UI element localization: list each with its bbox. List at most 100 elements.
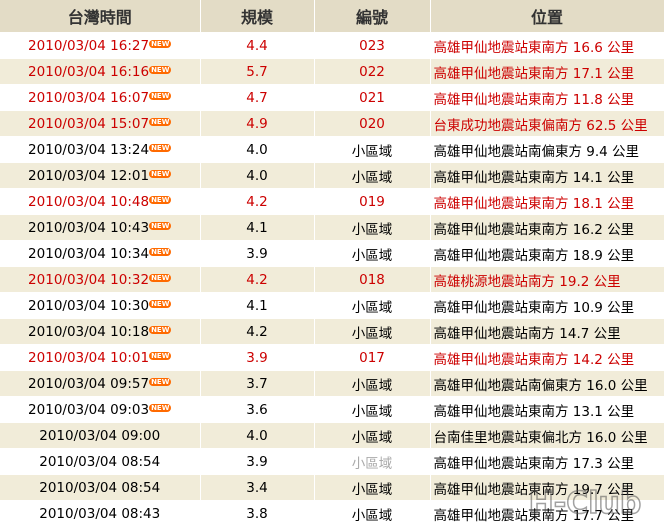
time-cell: 2010/03/04 16:27 NEW <box>0 32 201 59</box>
time-cell: 2010/03/04 10:30 NEW <box>0 292 201 319</box>
table-row: 2010/03/04 10:01 NEW 3.9 017 高雄甲仙地震站東南方 14.2… <box>0 344 664 371</box>
location-cell: 高雄甲仙地震站東南方 13.1 公里 <box>430 396 664 423</box>
magnitude-cell: 3.8 <box>200 500 315 527</box>
time-text: 2010/03/04 12:01 <box>28 167 150 184</box>
table-row: 2010/03/04 10:30 NEW 4.1 小區域 高雄甲仙地震站東南方 10.9… <box>0 292 664 319</box>
location-cell: 高雄甲仙地震站東南方 10.9 公里 <box>430 292 664 319</box>
time-cell: 2010/03/04 10:43 NEW <box>0 214 201 241</box>
new-badge-icon: NEW <box>149 195 172 204</box>
time-text: 2010/03/04 10:32 <box>28 271 150 288</box>
number-cell[interactable]: 019 <box>314 188 431 215</box>
number-cell[interactable]: 020 <box>314 110 431 137</box>
new-badge-icon: NEW <box>149 247 172 256</box>
number-cell[interactable]: 021 <box>314 84 431 111</box>
table-row: 2010/03/04 16:16 NEW 5.7 022 高雄甲仙地震站東南方 17.1… <box>0 58 664 85</box>
time-text: 2010/03/04 10:34 <box>28 245 150 262</box>
table-row: 2010/03/04 08:54 3.4 小區域 高雄甲仙地震站東南方 19.7 公里 <box>0 474 664 501</box>
time-cell: 2010/03/04 12:01 NEW <box>0 162 201 189</box>
location-cell: 高雄甲仙地震站東南方 14.2 公里 <box>430 344 664 371</box>
magnitude-cell: 4.1 <box>200 292 315 319</box>
new-badge-icon: NEW <box>149 143 172 152</box>
number-cell: 小區域 <box>314 136 431 163</box>
number-cell: 小區域 <box>314 474 431 501</box>
new-badge-icon: NEW <box>149 221 172 230</box>
table-row: 2010/03/04 10:18 NEW 4.2 小區域 高雄甲仙地震站南方 14.7 … <box>0 318 664 345</box>
new-badge-icon: NEW <box>149 351 172 360</box>
number-cell: 小區域 <box>314 318 431 345</box>
location-cell: 高雄甲仙地震站東南方 16.6 公里 <box>430 32 664 59</box>
magnitude-cell: 4.4 <box>200 32 315 59</box>
table-row: 2010/03/04 12:01 NEW 4.0 小區域 高雄甲仙地震站東南方 14.1… <box>0 162 664 189</box>
location-cell: 台南佳里地震站東偏北方 16.0 公里 <box>430 422 664 449</box>
number-cell: 小區域 <box>314 422 431 449</box>
time-cell: 2010/03/04 10:32 NEW <box>0 266 201 293</box>
magnitude-cell: 4.7 <box>200 84 315 111</box>
time-text: 2010/03/04 16:27 <box>28 37 150 54</box>
magnitude-cell: 4.0 <box>200 162 315 189</box>
magnitude-cell: 4.2 <box>200 318 315 345</box>
time-cell: 2010/03/04 10:01 NEW <box>0 344 201 371</box>
table-row: 2010/03/04 10:43 NEW 4.1 小區域 高雄甲仙地震站東南方 16.2… <box>0 214 664 241</box>
table-row: 2010/03/04 15:07 NEW 4.9 020 台東成功地震站東偏南方 62.… <box>0 110 664 137</box>
time-cell: 2010/03/04 08:54 <box>0 474 201 501</box>
location-cell: 高雄甲仙地震站東南方 17.3 公里 <box>430 448 664 475</box>
number-cell: 小區域 <box>314 370 431 397</box>
time-text: 2010/03/04 10:43 <box>28 219 150 236</box>
time-cell: 2010/03/04 16:16 NEW <box>0 58 201 85</box>
time-text: 2010/03/04 08:54 <box>39 479 161 496</box>
magnitude-cell: 4.2 <box>200 188 315 215</box>
table-row: 2010/03/04 10:32 NEW 4.2 018 高雄桃源地震站南方 19.2 … <box>0 266 664 293</box>
time-text: 2010/03/04 16:16 <box>28 63 150 80</box>
time-text: 2010/03/04 09:00 <box>39 427 161 444</box>
number-cell[interactable]: 022 <box>314 58 431 85</box>
location-cell: 台東成功地震站東偏南方 62.5 公里 <box>430 110 664 137</box>
header-location: 位置 <box>430 0 664 33</box>
time-cell: 2010/03/04 10:18 NEW <box>0 318 201 345</box>
time-text: 2010/03/04 08:43 <box>39 505 161 522</box>
earthquake-table: 台灣時間 規模 編號 位置 2010/03/04 16:27 NEW 4.4 023 高… <box>0 0 664 527</box>
time-cell: 2010/03/04 15:07 NEW <box>0 110 201 137</box>
number-cell: 小區域 <box>314 292 431 319</box>
magnitude-cell: 4.2 <box>200 266 315 293</box>
table-row: 2010/03/04 08:54 3.9 小區域 高雄甲仙地震站東南方 17.3 公里 <box>0 448 664 475</box>
location-cell: 高雄甲仙地震站東南方 18.1 公里 <box>430 188 664 215</box>
table-row: 2010/03/04 16:27 NEW 4.4 023 高雄甲仙地震站東南方 16.6… <box>0 32 664 59</box>
location-cell: 高雄甲仙地震站東南方 17.1 公里 <box>430 58 664 85</box>
magnitude-cell: 5.7 <box>200 58 315 85</box>
location-cell: 高雄甲仙地震站南偏東方 9.4 公里 <box>430 136 664 163</box>
location-cell: 高雄甲仙地震站東南方 11.8 公里 <box>430 84 664 111</box>
magnitude-cell: 4.1 <box>200 214 315 241</box>
time-cell: 2010/03/04 09:57 NEW <box>0 370 201 397</box>
time-cell: 2010/03/04 10:34 NEW <box>0 240 201 267</box>
new-badge-icon: NEW <box>149 39 172 48</box>
time-text: 2010/03/04 16:07 <box>28 89 150 106</box>
location-cell: 高雄甲仙地震站東南方 14.1 公里 <box>430 162 664 189</box>
time-cell: 2010/03/04 13:24 NEW <box>0 136 201 163</box>
magnitude-cell: 3.9 <box>200 448 315 475</box>
new-badge-icon: NEW <box>149 325 172 334</box>
new-badge-icon: NEW <box>149 65 172 74</box>
header-magnitude: 規模 <box>200 0 315 33</box>
new-badge-icon: NEW <box>149 377 172 386</box>
number-cell: 小區域 <box>314 500 431 527</box>
new-badge-icon: NEW <box>149 299 172 308</box>
new-badge-icon: NEW <box>149 403 172 412</box>
number-cell[interactable]: 018 <box>314 266 431 293</box>
time-text: 2010/03/04 13:24 <box>28 141 150 158</box>
time-text: 2010/03/04 10:01 <box>28 349 150 366</box>
table-row: 2010/03/04 10:48 NEW 4.2 019 高雄甲仙地震站東南方 18.1… <box>0 188 664 215</box>
time-text: 2010/03/04 15:07 <box>28 115 150 132</box>
new-badge-icon: NEW <box>149 117 172 126</box>
location-cell: 高雄桃源地震站南方 19.2 公里 <box>430 266 664 293</box>
time-text: 2010/03/04 09:57 <box>28 375 150 392</box>
number-cell[interactable]: 017 <box>314 344 431 371</box>
time-cell: 2010/03/04 16:07 NEW <box>0 84 201 111</box>
time-text: 2010/03/04 08:54 <box>39 453 161 470</box>
time-cell: 2010/03/04 09:00 <box>0 422 201 449</box>
magnitude-cell: 4.0 <box>200 136 315 163</box>
header-time: 台灣時間 <box>0 0 201 33</box>
number-cell: 小區域 <box>314 214 431 241</box>
magnitude-cell: 3.7 <box>200 370 315 397</box>
number-cell: 小區域 <box>314 162 431 189</box>
number-cell[interactable]: 023 <box>314 32 431 59</box>
